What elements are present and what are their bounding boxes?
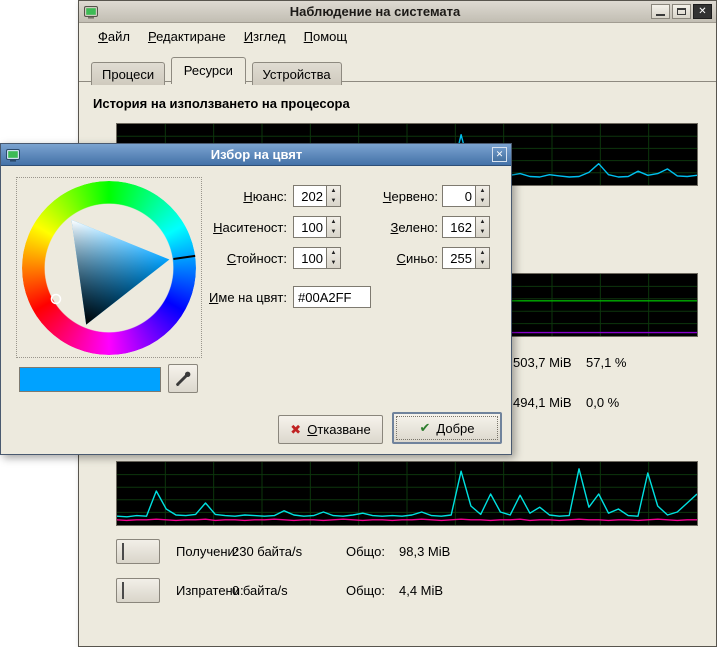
dialog-title: Избор на цвят <box>25 147 488 162</box>
green-value[interactable]: 162 <box>443 217 475 237</box>
received-label: Получени: <box>176 544 232 559</box>
green-spin-buttons: ▲▼ <box>475 217 489 237</box>
hue-value[interactable]: 202 <box>294 186 326 206</box>
tab-resources[interactable]: Ресурси <box>171 57 246 84</box>
value-value[interactable]: 100 <box>294 248 326 268</box>
red-down-icon[interactable]: ▼ <box>476 196 489 206</box>
tabstrip: Процеси Ресурси Устройства <box>79 57 716 82</box>
saturation-spinner[interactable]: 100 ▲▼ <box>293 216 341 238</box>
triangle-black-shade <box>72 220 170 325</box>
network-legend-sent: Изпратени: 0 байта/s Общо: 4,4 MiB <box>116 578 443 603</box>
memory-size-value: 503,7 MiB <box>513 355 572 370</box>
saturation-value-triangle[interactable] <box>22 181 196 355</box>
saturation-down-icon[interactable]: ▼ <box>327 227 340 237</box>
green-label: Зелено: <box>391 220 439 235</box>
minimize-icon <box>656 14 665 16</box>
blue-up-icon[interactable]: ▲ <box>476 248 489 258</box>
red-spin-buttons: ▲▼ <box>475 186 489 206</box>
red-label: Червено: <box>383 189 438 204</box>
sent-color-swatch <box>122 582 124 599</box>
saturation-up-icon[interactable]: ▲ <box>327 217 340 227</box>
menubar: Файл Редактиране Изглед Помощ <box>79 24 716 49</box>
blue-value[interactable]: 255 <box>443 248 475 268</box>
received-rate: 230 байта/s <box>232 544 346 559</box>
ok-label: Добре <box>436 421 474 436</box>
swap-percent-value: 0,0 % <box>586 395 619 410</box>
green-spinner[interactable]: 162 ▲▼ <box>442 216 490 238</box>
cancel-label: Отказване <box>307 422 371 437</box>
memory-percent-value: 57,1 % <box>586 355 626 370</box>
hue-label: Нюанс: <box>243 189 287 204</box>
received-total: 98,3 MiB <box>399 544 450 559</box>
value-up-icon[interactable]: ▲ <box>327 248 340 258</box>
maximize-icon <box>677 8 686 15</box>
network-history-chart <box>116 461 698 526</box>
swap-size-value: 494,1 MiB <box>513 395 572 410</box>
received-color-swatch <box>122 543 124 560</box>
color-marker[interactable] <box>52 295 61 304</box>
cancel-button[interactable]: ✖ Отказване <box>278 415 383 444</box>
dialog-titlebar[interactable]: Избор на цвят ✕ <box>1 144 511 166</box>
close-icon: ✕ <box>698 7 706 17</box>
minimize-button[interactable] <box>651 4 670 19</box>
dialog-close-icon: ✕ <box>496 150 504 159</box>
menu-view[interactable]: Изглед <box>235 26 295 47</box>
eyedropper-button[interactable] <box>168 364 198 393</box>
value-spinner[interactable]: 100 ▲▼ <box>293 247 341 269</box>
window-title: Наблюдение на системата <box>103 4 647 19</box>
ok-check-icon: ✔ <box>420 420 431 436</box>
green-up-icon[interactable]: ▲ <box>476 217 489 227</box>
close-button[interactable]: ✕ <box>693 4 712 19</box>
red-value[interactable]: 0 <box>443 186 475 206</box>
red-spinner[interactable]: 0 ▲▼ <box>442 185 490 207</box>
menu-help[interactable]: Помощ <box>295 26 356 47</box>
saturation-label: Наситеност: <box>213 220 287 235</box>
ok-button[interactable]: ✔ Добре <box>392 412 502 444</box>
cancel-x-icon: ✖ <box>290 422 301 438</box>
blue-down-icon[interactable]: ▼ <box>476 258 489 268</box>
hue-down-icon[interactable]: ▼ <box>327 196 340 206</box>
maximize-button[interactable] <box>672 4 691 19</box>
saturation-value[interactable]: 100 <box>294 217 326 237</box>
tab-processes[interactable]: Процеси <box>91 62 165 85</box>
color-preview <box>19 367 161 392</box>
menu-file[interactable]: Файл <box>89 26 139 47</box>
received-total-label: Общо: <box>346 544 399 559</box>
cpu-history-heading: История на използването на процесора <box>93 96 350 111</box>
hue-marker-line <box>173 256 195 259</box>
received-color-button[interactable] <box>116 539 160 564</box>
hue-spin-buttons: ▲▼ <box>326 186 340 206</box>
sent-total: 4,4 MiB <box>399 583 443 598</box>
dialog-icon <box>5 147 21 163</box>
app-icon <box>83 4 99 20</box>
network-legend-received: Получени: 230 байта/s Общо: 98,3 MiB <box>116 539 450 564</box>
value-down-icon[interactable]: ▼ <box>327 258 340 268</box>
saturation-spin-buttons: ▲▼ <box>326 217 340 237</box>
color-picker-dialog: Избор на цвят ✕ Нюанс: 202 ▲▼ Наситеност… <box>0 143 512 455</box>
value-spin-buttons: ▲▼ <box>326 248 340 268</box>
hue-up-icon[interactable]: ▲ <box>327 186 340 196</box>
value-label: Стойност: <box>227 251 287 266</box>
sent-label: Изпратени: <box>176 583 232 598</box>
eyedropper-icon <box>174 370 192 388</box>
color-name-label: Име на цвят: <box>209 290 287 305</box>
color-name-input[interactable] <box>293 286 371 308</box>
red-up-icon[interactable]: ▲ <box>476 186 489 196</box>
tab-devices[interactable]: Устройства <box>252 62 342 85</box>
hue-spinner[interactable]: 202 ▲▼ <box>293 185 341 207</box>
menu-edit[interactable]: Редактиране <box>139 26 235 47</box>
green-down-icon[interactable]: ▼ <box>476 227 489 237</box>
sent-color-button[interactable] <box>116 578 160 603</box>
dialog-close-button[interactable]: ✕ <box>492 147 507 162</box>
sent-total-label: Общо: <box>346 583 399 598</box>
main-titlebar[interactable]: Наблюдение на системата ✕ <box>79 1 716 23</box>
blue-spin-buttons: ▲▼ <box>475 248 489 268</box>
sent-rate: 0 байта/s <box>232 583 346 598</box>
blue-spinner[interactable]: 255 ▲▼ <box>442 247 490 269</box>
blue-label: Синьо: <box>397 251 438 266</box>
